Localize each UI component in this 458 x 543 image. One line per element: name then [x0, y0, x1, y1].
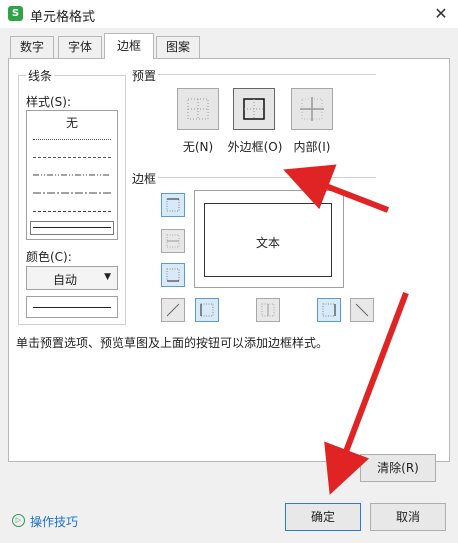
- tab-pattern[interactable]: 图案: [156, 36, 200, 58]
- border-top-button[interactable]: [161, 193, 185, 217]
- border-bottom-icon: [166, 268, 180, 282]
- diagonal-up-icon: [166, 303, 180, 317]
- preset-divider: [158, 74, 376, 75]
- diagonal-down-icon: [355, 303, 369, 317]
- border-outline-icon: [243, 98, 265, 120]
- border-middle-vertical-button[interactable]: [256, 298, 280, 322]
- line-style-none[interactable]: 无: [33, 114, 111, 131]
- border-middle-vertical-icon: [261, 303, 275, 317]
- preset-inside-button[interactable]: [291, 88, 333, 130]
- border-preview-text: 文本: [256, 236, 281, 250]
- ok-button[interactable]: 确定: [285, 503, 361, 531]
- line-style-selected-frame: [30, 221, 114, 235]
- preset-outline-label: 外边框(O): [227, 140, 283, 154]
- tab-font[interactable]: 字体: [58, 36, 102, 58]
- border-inside-icon: [300, 97, 324, 121]
- line-preview-stroke: [33, 307, 111, 308]
- line-group-title: 线条: [26, 67, 55, 84]
- dialog-title: 单元格格式: [30, 10, 96, 25]
- color-label: 颜色(C):: [26, 250, 72, 264]
- line-style-dashed-fine[interactable]: [33, 157, 111, 158]
- border-group-title: 边框: [130, 170, 159, 187]
- border-left-icon: [200, 303, 214, 317]
- color-dropdown[interactable]: 自动 ▼: [26, 266, 118, 290]
- style-label: 样式(S):: [26, 95, 72, 109]
- tips-link[interactable]: 操作技巧: [30, 513, 78, 530]
- hint-text: 单击预置选项、预览草图及上面的按钮可以添加边框样式。: [16, 336, 329, 350]
- preset-outline-button[interactable]: [233, 88, 275, 130]
- preset-none-button[interactable]: [177, 88, 219, 130]
- border-divider: [158, 177, 376, 178]
- border-bottom-button[interactable]: [161, 263, 185, 287]
- border-left-button[interactable]: [195, 298, 219, 322]
- chevron-down-icon: ▼: [104, 272, 111, 282]
- preset-inside-label: 内部(I): [293, 140, 331, 154]
- border-right-icon: [322, 303, 336, 317]
- line-style-list[interactable]: 无: [26, 110, 118, 240]
- border-none-icon: [187, 98, 209, 120]
- preset-none-label: 无(N): [182, 140, 214, 154]
- line-style-solid[interactable]: [33, 227, 111, 228]
- wps-spreadsheet-icon: S: [8, 6, 23, 21]
- clear-button[interactable]: 清除(R): [360, 454, 436, 482]
- border-right-button[interactable]: [317, 298, 341, 322]
- border-top-icon: [166, 198, 180, 212]
- color-dropdown-value: 自动: [53, 273, 78, 287]
- cancel-button[interactable]: 取消: [370, 503, 446, 531]
- tab-border[interactable]: 边框: [104, 33, 154, 59]
- border-middle-horizontal-button[interactable]: [161, 229, 185, 253]
- border-diagonal-up-button[interactable]: [161, 298, 185, 322]
- line-style-dashed[interactable]: [33, 211, 111, 212]
- tab-number[interactable]: 数字: [10, 36, 54, 58]
- close-button[interactable]: ✕: [430, 3, 452, 25]
- preset-group-title: 预置: [130, 67, 159, 84]
- border-diagonal-down-button[interactable]: [350, 298, 374, 322]
- border-middle-horizontal-icon: [166, 234, 180, 248]
- play-circle-icon: ▷: [12, 514, 25, 527]
- line-style-preview: [26, 296, 118, 318]
- line-style-dotted[interactable]: [33, 139, 111, 140]
